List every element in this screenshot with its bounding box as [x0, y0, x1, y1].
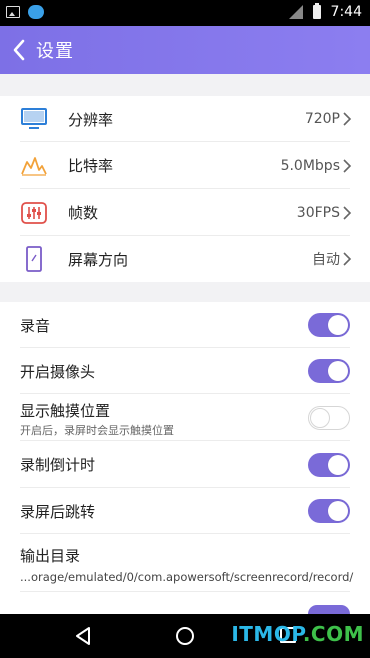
setting-label: 分辨率: [68, 110, 114, 129]
toggle-row-show-touches: 显示触摸位置 开启后，录屏时会显示触摸位置: [0, 394, 370, 441]
toggle-label: 显示触摸位置: [20, 402, 111, 420]
setting-value: 720P: [304, 111, 340, 127]
record-audio-switch[interactable]: [308, 313, 350, 337]
next-switch-partial[interactable]: [308, 605, 350, 614]
toggle-row-camera: 开启摄像头: [0, 348, 370, 394]
jump-after-switch[interactable]: [308, 499, 350, 523]
video-settings-section: 分辨率 720P 比特率 5.0Mbps 帧数 30FPS 屏幕方向 自动: [0, 96, 370, 282]
nav-back-icon[interactable]: [74, 626, 92, 646]
app-bar: 设置: [0, 26, 370, 74]
output-directory-row[interactable]: 输出目录 ...orage/emulated/0/com.apowersoft/…: [0, 534, 370, 592]
chevron-left-icon: [13, 39, 25, 61]
setting-label: 屏幕方向: [68, 250, 129, 269]
monitor-icon: [20, 105, 48, 133]
gallery-notification-icon: [6, 6, 20, 18]
toggle-sublabel: 开启后，录屏时会显示触摸位置: [20, 424, 174, 437]
output-path: ...orage/emulated/0/com.apowersoft/scree…: [20, 570, 354, 584]
watermark-logo: ITMOP.COM: [231, 622, 364, 646]
signal-icon: [288, 5, 303, 19]
battery-icon: [312, 3, 321, 19]
camera-switch[interactable]: [308, 359, 350, 383]
record-options-section: 录音 开启摄像头 显示触摸位置 开启后，录屏时会显示触摸位置 录制倒计时 录屏后…: [0, 302, 370, 614]
watermark-itmop: ITMOP: [231, 622, 303, 646]
setting-row-framerate[interactable]: 帧数 30FPS: [0, 189, 370, 236]
toggle-row-audio: 录音: [0, 302, 370, 348]
watermark-com: .COM: [302, 622, 364, 646]
navigation-bar: ITMOP.COM: [0, 614, 370, 658]
toggle-label: 开启摄像头: [20, 362, 96, 381]
setting-value: 5.0Mbps: [280, 157, 340, 174]
status-time: 7:44: [330, 4, 362, 20]
app-notification-icon: [28, 5, 44, 19]
show-touches-switch[interactable]: [308, 405, 350, 430]
back-button[interactable]: [2, 26, 36, 74]
page-title: 设置: [36, 41, 74, 62]
chevron-right-icon: [343, 252, 352, 266]
bitrate-wave-icon: [20, 152, 48, 180]
setting-row-resolution[interactable]: 分辨率 720P: [0, 96, 370, 142]
toggle-label: 录音: [20, 316, 51, 335]
chevron-right-icon: [343, 112, 352, 126]
output-label: 输出目录: [20, 547, 81, 565]
phone-orientation-icon: [20, 245, 48, 273]
toggle-label: 录制倒计时: [20, 456, 96, 474]
setting-value: 30FPS: [296, 204, 340, 221]
sliders-icon: [20, 199, 48, 227]
countdown-switch[interactable]: [308, 452, 350, 477]
toggle-row-jump-after: 录屏后跳转: [0, 488, 370, 534]
setting-label: 比特率: [68, 157, 114, 175]
toggle-label: 录屏后跳转: [20, 502, 96, 521]
status-bar: 7:44: [0, 0, 370, 26]
setting-value: 自动: [312, 252, 340, 268]
chevron-right-icon: [343, 205, 352, 220]
setting-row-bitrate[interactable]: 比特率 5.0Mbps: [0, 142, 370, 189]
setting-row-orientation[interactable]: 屏幕方向 自动: [0, 236, 370, 282]
chevron-right-icon: [343, 158, 352, 173]
nav-home-icon[interactable]: [176, 627, 194, 645]
setting-label: 帧数: [68, 204, 99, 222]
toggle-row-countdown: 录制倒计时: [0, 441, 370, 488]
